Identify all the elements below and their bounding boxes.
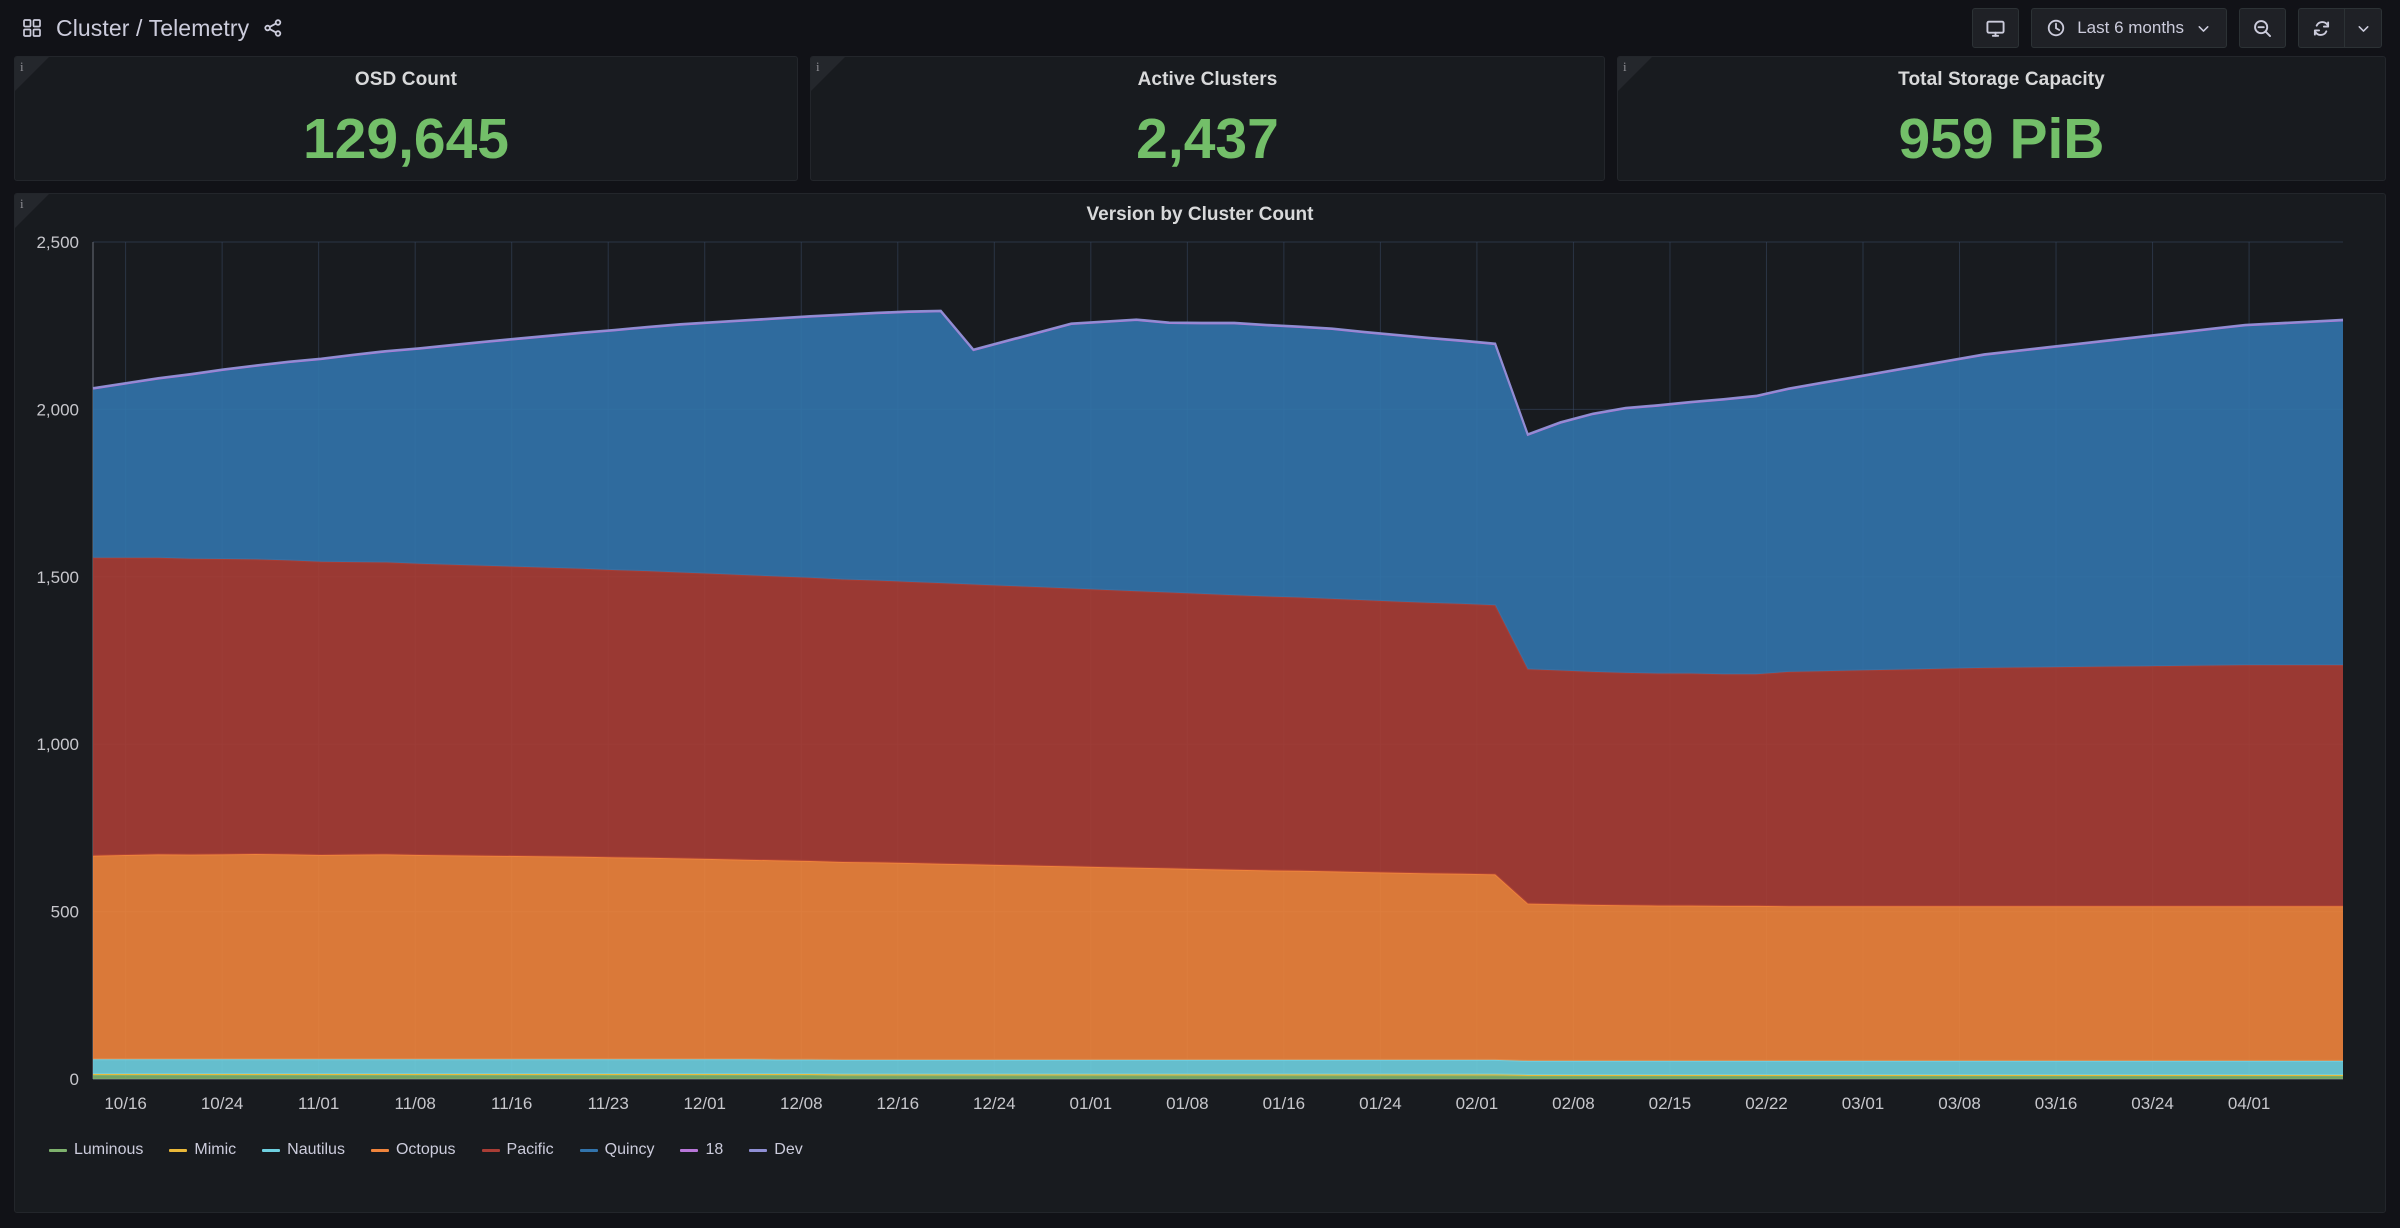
svg-text:02/08: 02/08 xyxy=(1552,1094,1595,1113)
svg-text:12/01: 12/01 xyxy=(683,1094,726,1113)
legend-color-swatch xyxy=(370,1148,389,1152)
chart-legend: Luminous Mimic Nautilus Octopus Pacific Quinc… xyxy=(15,1131,2385,1159)
svg-text:1,000: 1,000 xyxy=(36,735,79,754)
legend-label: Mimic xyxy=(194,1141,237,1158)
svg-text:2,000: 2,000 xyxy=(36,400,79,419)
stat-panel-total-storage-capacity: i Total Storage Capacity 959 PiB xyxy=(1617,56,2386,181)
svg-text:10/24: 10/24 xyxy=(201,1094,244,1113)
nav-left-group: Cluster / Telemetry xyxy=(22,15,283,42)
kiosk-tv-button[interactable] xyxy=(1972,8,2020,48)
legend-label: 18 xyxy=(705,1141,724,1158)
legend-color-swatch xyxy=(579,1148,598,1152)
stat-value: 2,437 xyxy=(1136,107,1279,171)
svg-text:11/23: 11/23 xyxy=(588,1094,629,1113)
svg-text:03/24: 03/24 xyxy=(2131,1094,2174,1113)
svg-text:1,500: 1,500 xyxy=(36,568,79,587)
legend-item-nautilus[interactable]: Nautilus xyxy=(262,1141,345,1159)
svg-text:03/01: 03/01 xyxy=(1842,1094,1885,1113)
tv-icon xyxy=(1986,20,2005,37)
refresh-interval-dropdown[interactable] xyxy=(2344,8,2382,48)
legend-item-18[interactable]: 18 xyxy=(680,1141,723,1159)
panel-title: Total Storage Capacity xyxy=(1898,69,2105,90)
stat-panel-active-clusters: i Active Clusters 2,437 xyxy=(810,56,1605,181)
refresh-button-group xyxy=(2298,8,2382,48)
stat-value: 959 PiB xyxy=(1898,107,2105,171)
svg-text:12/24: 12/24 xyxy=(973,1094,1016,1113)
panel-title: Active Clusters xyxy=(1137,69,1278,90)
time-range-picker[interactable]: Last 6 months xyxy=(2031,8,2227,48)
legend-color-swatch xyxy=(262,1148,281,1152)
legend-item-octopus[interactable]: Octopus xyxy=(370,1141,456,1159)
legend-item-quincy[interactable]: Quincy xyxy=(579,1141,655,1159)
svg-text:01/08: 01/08 xyxy=(1166,1094,1209,1113)
legend-color-swatch xyxy=(49,1148,67,1152)
svg-text:03/08: 03/08 xyxy=(1938,1094,1981,1113)
svg-text:04/01: 04/01 xyxy=(2228,1094,2271,1113)
svg-text:02/15: 02/15 xyxy=(1649,1094,1692,1113)
panel-title: OSD Count xyxy=(354,69,458,90)
panel-title: Version by Cluster Count xyxy=(1086,204,1314,225)
stat-panel-osd-count: i OSD Count 129,645 xyxy=(14,56,798,181)
refresh-icon xyxy=(2313,20,2330,36)
svg-text:01/01: 01/01 xyxy=(1070,1094,1113,1113)
legend-label: Dev xyxy=(774,1141,803,1158)
zoom-out-icon xyxy=(2254,19,2272,37)
info-icon[interactable]: i xyxy=(20,60,24,73)
svg-text:12/16: 12/16 xyxy=(877,1094,920,1113)
legend-color-swatch xyxy=(481,1148,500,1152)
stacked-area-chart[interactable]: 0 500 1,000 1,500 2,000 2,500 10/16 10/24 11/01 1… xyxy=(15,226,2385,1131)
legend-label: Pacific xyxy=(506,1141,554,1158)
zoom-out-button[interactable] xyxy=(2239,8,2286,48)
svg-text:11/01: 11/01 xyxy=(298,1094,339,1113)
timeseries-panel-version-by-cluster-count: i Version by Cluster Count 0 500 1,000 1,50… xyxy=(14,193,2386,1213)
svg-text:11/08: 11/08 xyxy=(395,1094,436,1113)
chevron-down-icon xyxy=(2357,25,2369,32)
chevron-down-icon xyxy=(2198,25,2209,32)
nav-right-group: Last 6 months xyxy=(1972,8,2382,48)
svg-text:0: 0 xyxy=(70,1070,79,1089)
legend-label: Quincy xyxy=(604,1141,655,1158)
svg-text:02/22: 02/22 xyxy=(1745,1094,1788,1113)
info-icon[interactable]: i xyxy=(1623,60,1627,73)
svg-text:11/16: 11/16 xyxy=(491,1094,532,1113)
svg-text:500: 500 xyxy=(51,903,79,922)
svg-text:10/16: 10/16 xyxy=(104,1094,147,1113)
top-navigation-bar: Cluster / Telemetry Last 6 months xyxy=(0,0,2400,56)
dashboard-grid-icon[interactable] xyxy=(22,18,42,38)
svg-text:12/08: 12/08 xyxy=(780,1094,823,1113)
clock-icon xyxy=(2048,19,2065,37)
legend-item-dev[interactable]: Dev xyxy=(749,1141,803,1159)
legend-label: Luminous xyxy=(74,1141,144,1158)
svg-text:2,500: 2,500 xyxy=(36,233,79,252)
legend-item-luminous[interactable]: Luminous xyxy=(49,1141,143,1159)
legend-color-swatch xyxy=(749,1148,768,1152)
legend-color-swatch xyxy=(169,1148,188,1152)
info-icon[interactable]: i xyxy=(816,60,820,73)
svg-text:02/01: 02/01 xyxy=(1456,1094,1499,1113)
svg-text:01/24: 01/24 xyxy=(1359,1094,1402,1113)
svg-text:03/16: 03/16 xyxy=(2035,1094,2078,1113)
legend-color-swatch xyxy=(680,1148,699,1152)
info-icon[interactable]: i xyxy=(20,197,24,210)
legend-item-mimic[interactable]: Mimic xyxy=(169,1141,236,1159)
refresh-button[interactable] xyxy=(2298,8,2344,48)
time-range-label: Last 6 months xyxy=(2077,18,2184,37)
legend-label: Octopus xyxy=(395,1141,456,1158)
legend-item-pacific[interactable]: Pacific xyxy=(481,1141,554,1159)
page-title: Cluster / Telemetry xyxy=(56,14,250,41)
plot-area[interactable]: 0 500 1,000 1,500 2,000 2,500 10/16 10/24 11/01 1… xyxy=(15,226,2385,1131)
legend-label: Nautilus xyxy=(287,1141,345,1158)
svg-text:01/16: 01/16 xyxy=(1263,1094,1306,1113)
share-icon[interactable] xyxy=(263,18,283,38)
stat-value: 129,645 xyxy=(302,107,510,171)
stat-panels-row: i OSD Count 129,645 i Active Clusters 2,… xyxy=(0,56,2400,181)
